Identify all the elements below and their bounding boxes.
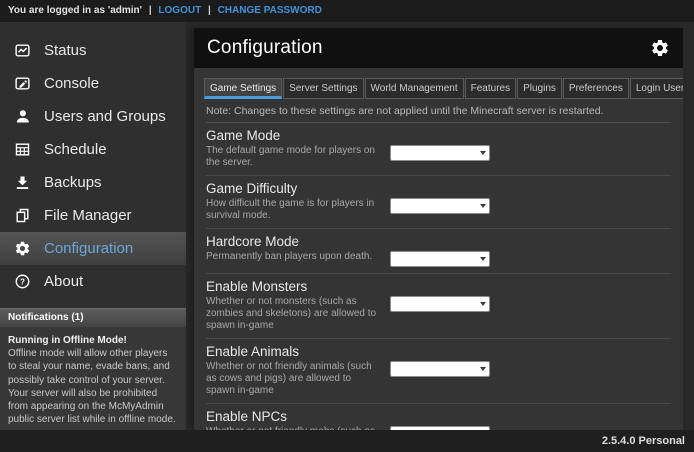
notifications-body: Running in Offline Mode! Offline mode wi… — [0, 327, 186, 430]
topbar: You are logged in as 'admin' | LOGOUT | … — [0, 0, 694, 22]
sidebar-item-console[interactable]: Console — [0, 67, 186, 100]
sidebar-item-about[interactable]: ? About — [0, 265, 186, 298]
notification-text: Offline mode will allow other players to… — [8, 347, 178, 426]
setting-row-hardcore-mode: Hardcore Mode Permanently ban players up… — [206, 229, 671, 274]
setting-description: Whether or not friendly animals (such as… — [206, 361, 381, 397]
sidebar-item-label: Console — [44, 75, 99, 92]
chevron-down-icon — [480, 151, 486, 155]
tab-label: Login Users — [636, 83, 683, 94]
separator: | — [149, 5, 152, 16]
setting-title: Game Difficulty — [206, 180, 671, 197]
setting-title: Enable Animals — [206, 343, 671, 360]
sidebar: Status Console Users and Groups Schedule… — [0, 22, 186, 430]
logged-in-text: You are logged in as 'admin' — [8, 5, 142, 16]
tab-label: Game Settings — [210, 83, 276, 94]
setting-title: Hardcore Mode — [206, 233, 671, 250]
sidebar-item-label: About — [44, 273, 83, 290]
tab-label: Features — [471, 83, 510, 94]
tab-bar: Game Settings Server Settings World Mana… — [204, 78, 673, 99]
status-chart-icon — [14, 42, 31, 59]
configuration-panel: Configuration Game Settings Server Setti… — [194, 28, 683, 430]
gear-icon[interactable] — [650, 38, 670, 58]
chevron-down-icon — [480, 302, 486, 306]
tab-label: Server Settings — [289, 83, 357, 94]
sidebar-item-label: Schedule — [44, 141, 107, 158]
logout-link[interactable]: LOGOUT — [158, 5, 201, 16]
panel-header: Configuration — [194, 28, 683, 68]
separator: | — [208, 5, 211, 16]
tab-server-settings[interactable]: Server Settings — [283, 78, 363, 99]
tab-features[interactable]: Features — [465, 78, 516, 99]
file-manager-icon — [14, 207, 31, 224]
notifications-header: Notifications (1) — [0, 308, 186, 327]
setting-description: Whether or not monsters (such as zombies… — [206, 296, 381, 332]
sidebar-item-schedule[interactable]: Schedule — [0, 133, 186, 166]
mcmyadmin-app: You are logged in as 'admin' | LOGOUT | … — [0, 0, 694, 452]
tab-preferences[interactable]: Preferences — [563, 78, 629, 99]
tab-game-settings[interactable]: Game Settings — [204, 78, 282, 99]
tab-plugins[interactable]: Plugins — [517, 78, 562, 99]
setting-row-game-mode: Game Mode The default game mode for play… — [206, 123, 671, 176]
about-icon: ? — [14, 273, 31, 290]
schedule-icon — [14, 141, 31, 158]
sidebar-item-label: Users and Groups — [44, 108, 166, 125]
game-mode-select[interactable] — [390, 145, 490, 161]
setting-row-enable-npcs: Enable NPCs Whether or not friendly mobs… — [206, 404, 671, 430]
sidebar-item-label: Status — [44, 42, 87, 59]
restart-note: Note: Changes to these settings are not … — [206, 99, 671, 123]
setting-title: Game Mode — [206, 127, 671, 144]
tab-label: Plugins — [523, 83, 556, 94]
chevron-down-icon — [480, 257, 486, 261]
setting-row-enable-monsters: Enable Monsters Whether or not monsters … — [206, 274, 671, 339]
chevron-down-icon — [480, 204, 486, 208]
users-icon — [14, 108, 31, 125]
setting-row-enable-animals: Enable Animals Whether or not friendly a… — [206, 339, 671, 404]
sidebar-item-users-and-groups[interactable]: Users and Groups — [0, 100, 186, 133]
tab-login-users[interactable]: Login Users — [630, 78, 683, 99]
setting-row-game-difficulty: Game Difficulty How difficult the game i… — [206, 176, 671, 229]
gear-icon — [14, 240, 31, 257]
setting-title: Enable NPCs — [206, 408, 671, 425]
backups-icon — [14, 174, 31, 191]
page-title: Configuration — [207, 37, 323, 59]
sidebar-item-file-manager[interactable]: File Manager — [0, 199, 186, 232]
tab-world-management[interactable]: World Management — [365, 78, 464, 99]
sidebar-item-label: Configuration — [44, 240, 133, 257]
hardcore-mode-select[interactable] — [390, 251, 490, 267]
setting-title: Enable Monsters — [206, 278, 671, 295]
setting-description: The default game mode for players on the… — [206, 145, 381, 169]
version-label: 2.5.4.0 Personal — [602, 435, 685, 447]
tab-label: Preferences — [569, 83, 623, 94]
sidebar-item-backups[interactable]: Backups — [0, 166, 186, 199]
enable-animals-select[interactable] — [390, 361, 490, 377]
enable-monsters-select[interactable] — [390, 296, 490, 312]
tab-label: World Management — [371, 83, 458, 94]
notification-title: Running in Offline Mode! — [8, 334, 178, 347]
sidebar-item-configuration[interactable]: Configuration — [0, 232, 186, 265]
console-icon — [14, 75, 31, 92]
settings-list: Game Mode The default game mode for play… — [206, 123, 671, 430]
sidebar-item-status[interactable]: Status — [0, 34, 186, 67]
sidebar-nav: Status Console Users and Groups Schedule… — [0, 22, 186, 298]
footer: 2.5.4.0 Personal — [0, 430, 694, 452]
setting-description: How difficult the game is for players in… — [206, 198, 381, 222]
chevron-down-icon — [480, 367, 486, 371]
svg-text:?: ? — [20, 277, 25, 286]
game-difficulty-select[interactable] — [390, 198, 490, 214]
sidebar-item-label: Backups — [44, 174, 102, 191]
setting-description: Permanently ban players upon death. — [206, 251, 381, 263]
sidebar-item-label: File Manager — [44, 207, 132, 224]
change-password-link[interactable]: CHANGE PASSWORD — [218, 5, 322, 16]
